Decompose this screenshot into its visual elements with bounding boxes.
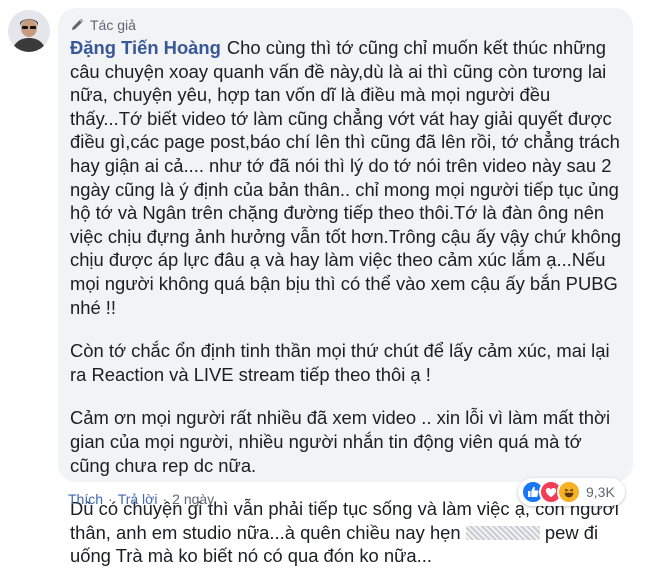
- author-badge: Tác giả: [70, 17, 136, 33]
- comment-paragraph: Cảm ơn mọi người rất nhiều đã xem video …: [70, 407, 611, 476]
- avatar-image: [8, 10, 50, 52]
- author-badge-label: Tác giả: [90, 17, 136, 33]
- author-name[interactable]: Đặng Tiến Hoàng: [70, 37, 221, 58]
- reply-link[interactable]: Trả lời: [118, 491, 158, 507]
- comment-time[interactable]: 2 ngày: [172, 491, 214, 507]
- pencil-icon: [72, 18, 84, 30]
- comment-actions: Thích · Trả lời · 2 ngày: [68, 491, 214, 507]
- comment-paragraph: Dù có chuyện gì thì vẫn phải tiếp tục số…: [70, 497, 622, 568]
- paragraph-text: Cho cùng thì tớ cũng chỉ muốn kết thúc n…: [70, 37, 622, 318]
- comment-bubble: Tác giả Đặng Tiến Hoàng Cho cùng thì tớ c…: [58, 8, 633, 566]
- reactions-summary[interactable]: 9,3K: [518, 478, 625, 506]
- redacted-mention: [465, 525, 540, 540]
- separator: ·: [108, 491, 113, 507]
- separator: ·: [162, 491, 168, 507]
- reaction-count: 9,3K: [586, 484, 615, 500]
- comment-paragraph: Đặng Tiến Hoàng Cho cùng thì tớ cũng chỉ …: [70, 36, 622, 319]
- haha-reaction-icon: [557, 480, 581, 504]
- avatar[interactable]: [8, 10, 50, 52]
- like-link[interactable]: Thích: [68, 491, 103, 507]
- comment-paragraph: Còn tớ chắc ổn định tinh thần mọi thứ ch…: [70, 340, 610, 385]
